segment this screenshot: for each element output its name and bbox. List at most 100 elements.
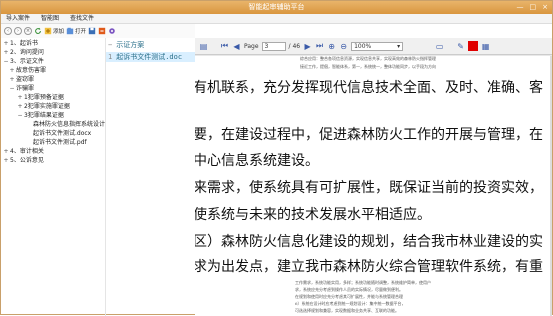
- viewer-scrollbar[interactable]: [550, 56, 552, 316]
- tree-item-label: 3、示证文件: [10, 58, 44, 65]
- tree-item-label: 4、审计相关: [10, 148, 44, 155]
- editor-line[interactable]: 1 起诉书文件测试.doc: [106, 52, 196, 62]
- pdf-viewer: ▤ ⏮ ◀ Page 3 / 46 ▶ ⏭ ⊕ ⊖ 100% ▭ ✎ ▦ 综合应…: [195, 38, 552, 316]
- tree-item[interactable]: + 盗窃罪: [9, 76, 34, 84]
- settings-icon[interactable]: [108, 27, 116, 35]
- page-number-input[interactable]: 3: [261, 41, 286, 51]
- tree-item[interactable]: + 故意伤害罪: [9, 67, 46, 75]
- tree-item[interactable]: +2、询问提问: [3, 49, 44, 57]
- grid-icon[interactable]: ▦: [481, 42, 490, 51]
- tree-item[interactable]: +5、公诉意见: [3, 157, 44, 165]
- page-small-text: 在规划和使用时应充分考虑其可扩展性，并能与系统管理合理: [295, 294, 403, 299]
- tree-item-label: 1、起诉书: [10, 40, 38, 47]
- page-total: / 46: [288, 42, 301, 50]
- expand-icon[interactable]: +: [9, 77, 15, 83]
- collapse-icon[interactable]: −: [3, 59, 9, 65]
- title-bar: 智能起审辅助平台 — □ ×: [1, 1, 552, 14]
- open-button[interactable]: 打开: [66, 27, 86, 35]
- add-icon: [44, 27, 52, 35]
- editor-line-text: 起诉书文件测试.doc: [116, 53, 183, 61]
- app-window: 智能起审辅助平台 — □ × 导入案件 智能图 查找文件 ‹ › × 添加 打开…: [0, 0, 553, 316]
- add-label: 添加: [53, 29, 65, 35]
- tree-file-label: 森林防火信息指挥系统设计: [33, 121, 106, 128]
- zoom-out-icon[interactable]: ⊖: [339, 42, 348, 51]
- page-label: Page: [244, 42, 259, 50]
- tree-item-label: 2犯罪实施罪证据: [24, 103, 70, 110]
- tree-item[interactable]: +1、起诉书: [3, 40, 38, 48]
- page-text-line: 要，在建设过程中，促进森林防火工作的开展与管理，在: [195, 127, 543, 143]
- editor-header: − 示证方案: [108, 40, 144, 50]
- add-button[interactable]: 添加: [44, 27, 64, 35]
- page-text-line: 中心信息系统建设。: [195, 153, 319, 169]
- annotate-icon[interactable]: ✎: [456, 42, 465, 51]
- tree-file-label: 起诉书文件测试.docx: [33, 130, 92, 137]
- open-icon: [66, 27, 74, 35]
- expand-icon[interactable]: +: [17, 104, 23, 110]
- tree-item-label: 2、询问提问: [10, 49, 44, 56]
- pdf-page: 综合应用：整合各项信息资源，实现信息共享，实现高效的森林防火指挥管理 接近工作，…: [195, 56, 552, 316]
- first-page-icon[interactable]: ⏮: [220, 41, 229, 51]
- highlight-color-icon[interactable]: [468, 41, 479, 51]
- open-label: 打开: [75, 29, 87, 35]
- editor-line-marker: −: [108, 41, 113, 49]
- page-small-text: 接近工作，提倡，智能体系，第一，系统统一，整体功能同步，以手段为方向: [300, 64, 436, 69]
- page-text-line: 区）森林防火信息化建设的规划，结合我市林业建设的实: [195, 234, 543, 250]
- tree-item[interactable]: +1犯罪预备证据: [17, 94, 64, 102]
- collapse-icon[interactable]: −: [9, 86, 15, 92]
- page-small-text: 6）系统在设计时应考虑到统一规划设计：集中统一数据平台，: [295, 301, 406, 306]
- menu-bar: 导入案件 智能图 查找文件: [1, 14, 552, 24]
- save-icon[interactable]: [88, 27, 96, 35]
- tree-item-label: 5、公诉意见: [10, 157, 44, 164]
- close-button[interactable]: ×: [542, 3, 548, 12]
- page-text-line: 来需求，使系统具有可扩展性，既保证当前的投资实效，: [195, 180, 543, 196]
- tree-item[interactable]: +4、审计相关: [3, 148, 44, 156]
- tree-item[interactable]: − 诈骗罪: [9, 85, 34, 93]
- page-small-text: 求，系统应充分考虑到操作人员的实际情况，尽量做到便利。: [295, 287, 403, 292]
- expand-icon[interactable]: +: [3, 149, 9, 155]
- sidebar-toggle-icon[interactable]: ▤: [199, 42, 208, 51]
- menu-smart-graph[interactable]: 智能图: [36, 14, 65, 23]
- case-tree: +1、起诉书 +2、询问提问 −3、示证文件 + 故意伤害罪 + 盗窃罪 − 诈骗罪 …: [1, 38, 105, 316]
- page-text-line: 有机联系，充分发挥现代信息技术全面、及时、准确、客: [195, 80, 543, 96]
- print-icon[interactable]: ▭: [435, 42, 444, 51]
- back-icon[interactable]: ‹: [4, 27, 12, 35]
- page-text-line: 求为出发点，建立我市森林防火综合管理软件系统，有重: [195, 259, 543, 275]
- last-page-icon[interactable]: ⏭: [315, 41, 324, 51]
- minimize-button[interactable]: —: [517, 3, 524, 12]
- tree-item[interactable]: −3、示证文件: [3, 58, 44, 66]
- evidence-editor[interactable]: − 示证方案 1 起诉书文件测试.doc: [105, 38, 196, 316]
- tree-item[interactable]: +2犯罪实施罪证据: [17, 103, 70, 111]
- prev-page-icon[interactable]: ◀: [232, 42, 241, 51]
- window-title: 智能起审辅助平台: [248, 3, 305, 11]
- editor-line-number: 1: [108, 53, 113, 61]
- page-small-text: 综合应用：整合各项信息资源，实现信息共享，实现高效的森林防火指挥管理: [300, 56, 436, 61]
- page-text-line: 使系统与未来的技术发展水平相适应。: [195, 207, 431, 223]
- tree-file[interactable]: 起诉书文件测试.pdf: [33, 139, 87, 147]
- tree-item-label: 盗窃罪: [16, 76, 35, 83]
- next-page-icon[interactable]: ▶: [303, 42, 312, 51]
- zoom-select[interactable]: 100%: [351, 41, 404, 51]
- zoom-in-icon[interactable]: ⊕: [327, 42, 336, 51]
- tree-item-label: 1犯罪预备证据: [24, 94, 64, 101]
- stop-icon[interactable]: ×: [24, 27, 32, 35]
- tree-item-label: 故意伤害罪: [16, 67, 47, 74]
- expand-icon[interactable]: +: [3, 158, 9, 164]
- export-icon[interactable]: [98, 27, 106, 35]
- tree-item[interactable]: −3犯罪结果证据: [17, 112, 64, 120]
- maximize-button[interactable]: □: [530, 3, 537, 12]
- page-small-text: 可选选择规划和兼容，实现数据和业务共享、互联的功能。: [295, 308, 399, 313]
- tree-file[interactable]: 起诉书文件测试.docx: [33, 130, 91, 138]
- expand-icon[interactable]: +: [3, 50, 9, 56]
- menu-import-case[interactable]: 导入案件: [1, 14, 36, 23]
- expand-icon[interactable]: +: [17, 95, 23, 101]
- pdf-toolbar: ▤ ⏮ ◀ Page 3 / 46 ▶ ⏭ ⊕ ⊖ 100% ▭ ✎ ▦: [195, 38, 552, 55]
- refresh-button[interactable]: [34, 27, 42, 35]
- forward-icon[interactable]: ›: [14, 27, 22, 35]
- expand-icon[interactable]: +: [9, 68, 15, 74]
- tree-file[interactable]: 森林防火信息指挥系统设计: [33, 121, 105, 129]
- collapse-icon[interactable]: −: [17, 113, 23, 119]
- tree-file-label: 起诉书文件测试.pdf: [33, 139, 87, 146]
- tree-item-label: 3犯罪结果证据: [24, 112, 64, 119]
- menu-find-file[interactable]: 查找文件: [65, 14, 100, 23]
- expand-icon[interactable]: +: [3, 41, 9, 47]
